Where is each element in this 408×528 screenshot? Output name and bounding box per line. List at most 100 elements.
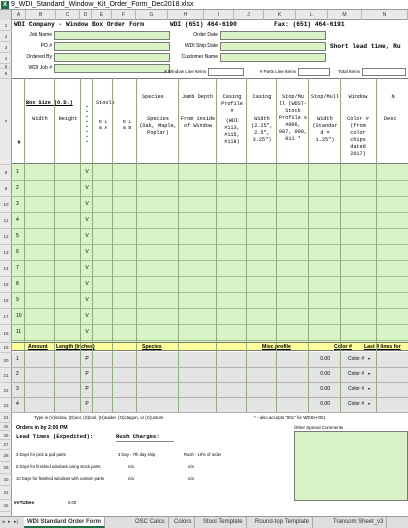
row-header[interactable]: 11	[0, 213, 12, 229]
column-header-k[interactable]: K	[264, 10, 296, 20]
column-header-e[interactable]: E	[92, 10, 112, 20]
window-row-type[interactable]: V	[82, 248, 92, 256]
color-dropdown-icon[interactable]: ▾	[368, 370, 370, 378]
column-divider	[80, 78, 81, 412]
column-header-n[interactable]: N	[362, 10, 408, 20]
order-date-field[interactable]	[220, 31, 326, 40]
customer-name-field[interactable]	[220, 53, 326, 62]
row-header[interactable]: 21	[0, 368, 12, 383]
ordered-by-label: Ordered By	[26, 54, 52, 60]
color-dropdown-icon[interactable]: ▾	[368, 400, 370, 408]
column-header-h[interactable]: H	[168, 10, 204, 20]
row-header[interactable]: 32	[0, 500, 12, 512]
ordered-by-field[interactable]	[54, 53, 170, 62]
row-header[interactable]: 30	[0, 474, 12, 486]
column-header-c[interactable]: C	[56, 10, 80, 20]
row-header[interactable]: 18	[0, 325, 12, 343]
column-header-f[interactable]: F	[112, 10, 136, 20]
row-header[interactable]: 17	[0, 309, 12, 325]
job-name-label: Job Name	[29, 32, 52, 38]
lead-day2: 5 Days for finished windows using stock …	[16, 464, 101, 469]
ship-date-field[interactable]	[220, 42, 326, 51]
row-header[interactable]: 22	[0, 383, 12, 398]
special-comments-field[interactable]	[294, 431, 408, 501]
parts-row-type[interactable]: P	[82, 370, 92, 378]
row-header[interactable]: 23	[0, 398, 12, 413]
row-header[interactable]: 28	[0, 450, 12, 462]
window-lines-area[interactable]	[12, 164, 408, 342]
window-row-type[interactable]: V	[82, 296, 92, 304]
window-row-type[interactable]: V	[82, 184, 92, 192]
company-title: WDI Company - Window Box Order Form	[14, 21, 144, 28]
parts-row-color[interactable]: Color #	[348, 355, 364, 363]
window-row-type[interactable]: V	[82, 168, 92, 176]
select-all-corner[interactable]	[0, 10, 12, 20]
parts-row-color[interactable]: Color #	[348, 385, 364, 393]
window-row-type[interactable]: V	[82, 232, 92, 240]
row-header[interactable]: 9	[0, 181, 12, 197]
tab-colors[interactable]: Colors	[171, 517, 196, 528]
tab-round-top-template[interactable]: Round-top Template	[252, 517, 313, 528]
parts-row-type[interactable]: P	[82, 400, 92, 408]
job-name-field[interactable]	[54, 31, 170, 40]
tab-scroll-left-icon[interactable]: ◂	[2, 519, 5, 525]
row-header[interactable]: 26	[0, 431, 12, 440]
tab-transom-sheet[interactable]: Transom Sheet_v3	[330, 517, 388, 528]
row-header[interactable]: 19	[0, 343, 12, 353]
window-row-divider	[12, 324, 408, 325]
row-header[interactable]: 7	[0, 79, 12, 165]
tab-wdi-standard-order-form[interactable]: WDI Standard Order Form	[24, 517, 106, 528]
parts-last-header: Last 4 lines for	[364, 344, 401, 350]
row-header[interactable]: 25	[0, 423, 12, 431]
tab-scroll-end-icon[interactable]: ▸|	[14, 519, 18, 525]
row-header[interactable]: 14	[0, 261, 12, 277]
window-row-type[interactable]: V	[82, 200, 92, 208]
row-header[interactable]: 3	[0, 42, 12, 53]
row-header[interactable]: 2	[0, 31, 12, 42]
column-header-g[interactable]: G	[136, 10, 168, 20]
row-header[interactable]: 6	[0, 69, 12, 79]
column-header-d[interactable]: D	[80, 10, 92, 20]
row-header[interactable]: 24	[0, 413, 12, 423]
row-header[interactable]: 27	[0, 440, 12, 450]
tab-scroll-right-icon[interactable]: ▸	[8, 519, 11, 525]
parts-row-type[interactable]: P	[82, 385, 92, 393]
column-header-i[interactable]: I	[204, 10, 234, 20]
row-header[interactable]: 15	[0, 277, 12, 293]
total-items-value	[362, 68, 406, 76]
window-row-type[interactable]: V	[82, 280, 92, 288]
window-row-type[interactable]: V	[82, 264, 92, 272]
column-header-l[interactable]: L	[296, 10, 328, 20]
column-header-j[interactable]: J	[234, 10, 264, 20]
row-header[interactable]: 4	[0, 53, 12, 64]
row-header[interactable]: 10	[0, 197, 12, 213]
row-header[interactable]: 8	[0, 165, 12, 181]
header-casing-width: Width (2.25", 2.5", 3.25")	[251, 116, 273, 143]
row-header[interactable]: 16	[0, 293, 12, 309]
header-box-size: Box Size (O.D.)	[26, 100, 73, 106]
parts-row-color[interactable]: Color #	[348, 400, 364, 408]
column-header-m[interactable]: M	[328, 10, 362, 20]
window-row-type[interactable]: V	[82, 216, 92, 224]
column-header-a[interactable]: A	[12, 10, 26, 20]
row-header[interactable]: 29	[0, 462, 12, 474]
column-divider	[376, 78, 377, 412]
window-row-type[interactable]: V	[82, 328, 92, 336]
column-header-b[interactable]: B	[26, 10, 56, 20]
po-field[interactable]	[54, 42, 170, 51]
parts-row-type[interactable]: P	[82, 355, 92, 363]
color-dropdown-icon[interactable]: ▾	[368, 355, 370, 363]
row-header[interactable]: 12	[0, 229, 12, 245]
row-header[interactable]: 1	[0, 20, 12, 31]
sheet-grid[interactable]: WDI Company - Window Box Order Form WDI …	[12, 20, 408, 516]
color-dropdown-icon[interactable]: ▾	[368, 385, 370, 393]
parts-row-color[interactable]: Color #	[348, 370, 364, 378]
window-row-type[interactable]: V	[82, 312, 92, 320]
row-header[interactable]: 20	[0, 353, 12, 368]
tab-osc-calcs[interactable]: OSC Calcs	[132, 517, 169, 528]
header-species-desc: Species (Oak, Maple, Poplar)	[139, 116, 177, 136]
row-header[interactable]: 31	[0, 486, 12, 500]
tab-stool-template[interactable]: Stool Template	[200, 517, 247, 528]
lead-times-label: Lead Times (Expedited):	[16, 433, 94, 440]
row-header[interactable]: 13	[0, 245, 12, 261]
